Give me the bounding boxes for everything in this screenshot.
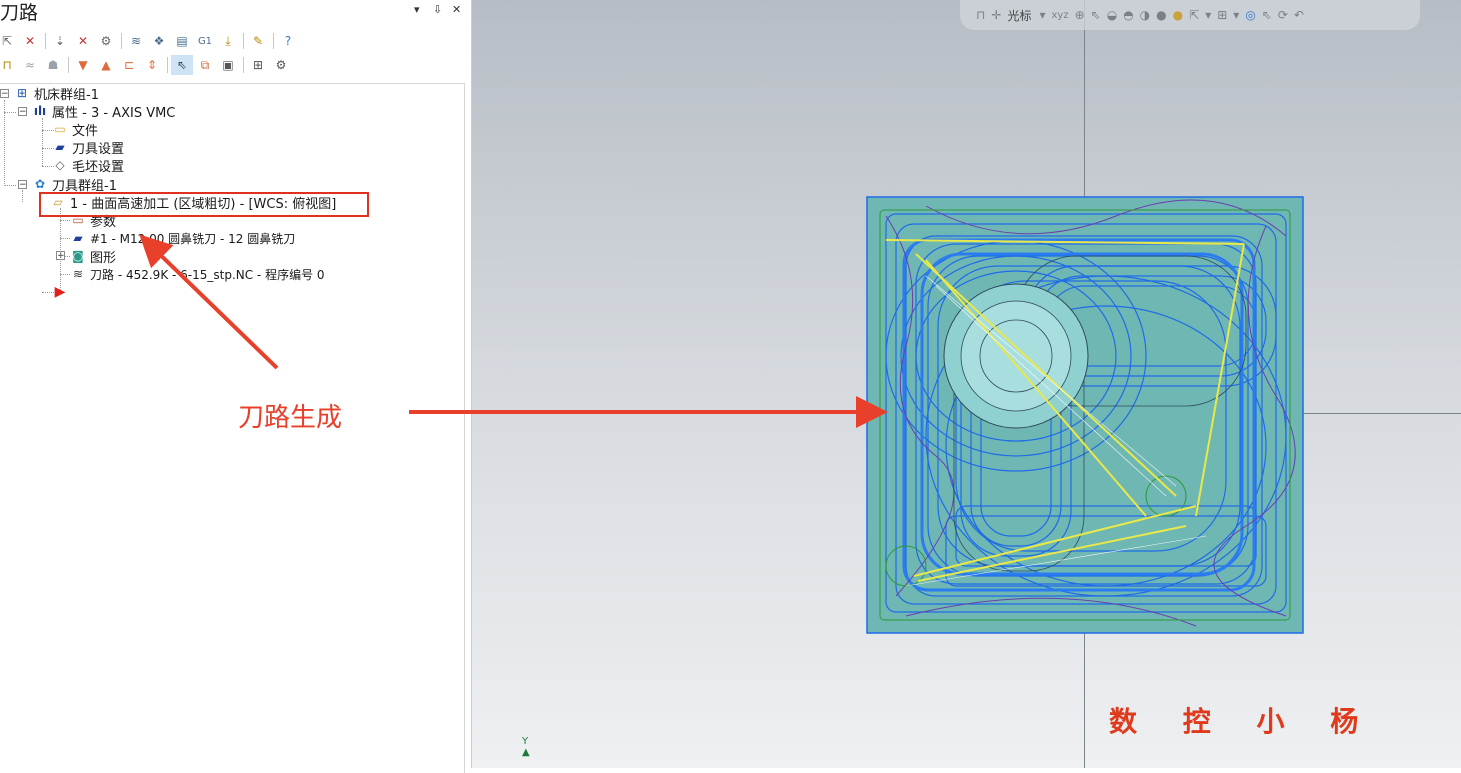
tree-node-tool[interactable]: ▰ #1 - M12.00 圆鼻铣刀 - 12 圆鼻铣刀 xyxy=(70,229,295,247)
tool-settings-label: 刀具设置 xyxy=(72,141,125,157)
shade-3-icon[interactable]: ◑ xyxy=(1140,8,1150,22)
grid-icon[interactable]: ⊞ xyxy=(1217,8,1227,22)
tool-settings-icon: ▰ xyxy=(55,140,65,154)
help-icon[interactable]: ? xyxy=(277,31,299,51)
tree-node-tool-settings[interactable]: ▰ 刀具设置 xyxy=(52,138,125,157)
panel-title: 刀路 xyxy=(0,2,39,24)
regenerate-selected-icon[interactable]: ⇣ xyxy=(49,31,71,51)
watermark: 数 控 小 杨 xyxy=(1109,705,1377,738)
expand-properties[interactable]: − xyxy=(18,107,27,117)
point-icon[interactable]: ⊕ xyxy=(1075,8,1085,22)
cursor-label[interactable]: 光标 xyxy=(1007,7,1031,24)
graphics-viewport[interactable]: ⊓ ✛ 光标 ▾ xyz ⊕ ⇖ ◒ ◓ ◑ ● ● ⇱ ▾ ⊞ ▾ ◎ ⇖ ⟳… xyxy=(472,0,1461,768)
expand-machine-group[interactable]: − xyxy=(0,89,9,99)
refresh-icon[interactable]: ⟳ xyxy=(1278,8,1288,22)
tree-node-geometry[interactable]: ◙ 图形 xyxy=(70,247,117,266)
post-selected-icon[interactable]: ⤓ xyxy=(217,31,239,51)
tool-icon: ▰ xyxy=(73,231,83,245)
wand-icon[interactable]: ✎ xyxy=(247,31,269,51)
stock-model-icon[interactable]: ▤ xyxy=(171,31,193,51)
annotation-label: 刀路生成 xyxy=(238,403,343,433)
cursor-snap-icon[interactable]: ✛ xyxy=(991,8,1001,22)
pin-icon[interactable]: ⇩ xyxy=(433,3,442,16)
xyz-icon[interactable]: xyz xyxy=(1051,10,1068,21)
stock-diamond-icon: ◇ xyxy=(55,158,65,172)
toolpath-preview xyxy=(866,196,1304,634)
lock-icon[interactable]: ⊓ xyxy=(0,55,18,75)
settings-icon[interactable]: ⚙ xyxy=(270,55,292,75)
select-pointer-icon[interactable]: ⇖ xyxy=(171,55,193,75)
y-axis-arrow-icon: ▲ xyxy=(522,747,530,758)
compact-icon[interactable]: ⊞ xyxy=(247,55,269,75)
insert-arrow-icon: ▶ xyxy=(54,284,66,300)
tree-node-properties[interactable]: ılı 属性 - 3 - AXIS VMC xyxy=(32,102,176,121)
tree-node-toolpath[interactable]: ≋ 刀路 - 452.9K - 6-15_stp.NC - 程序编号 0 xyxy=(70,265,325,283)
machine-group-label: 机床群组-1 xyxy=(34,87,99,103)
pointer-select-icon[interactable]: ⇖ xyxy=(1262,8,1272,22)
toolpath-label: 刀路 - 452.9K - 6-15_stp.NC - 程序编号 0 xyxy=(90,267,325,282)
simulate-toolpath-icon[interactable]: ⚙ xyxy=(95,31,117,51)
insert-arrow-marker[interactable]: ▶ xyxy=(52,283,72,301)
axis-indicator: Y ▲ xyxy=(522,736,530,758)
dropdown-arrow-3-icon[interactable]: ▾ xyxy=(1233,8,1239,22)
move-up-icon[interactable]: ▲ xyxy=(95,55,117,75)
machine-group-icon: ⊞ xyxy=(16,86,28,100)
y-axis-label: Y xyxy=(522,736,529,747)
close-panel-button[interactable]: ✕ xyxy=(452,3,461,16)
shade-2-icon[interactable]: ◓ xyxy=(1123,8,1133,22)
color-ball-icon[interactable]: ● xyxy=(1173,8,1183,22)
tree-node-toolpath-group[interactable]: ✿ 刀具群组-1 xyxy=(32,175,117,194)
insert-arrow-icon[interactable]: ⊏ xyxy=(118,55,140,75)
verify-icon[interactable]: ❖ xyxy=(148,31,170,51)
toolpath-group-label: 刀具群组-1 xyxy=(52,178,117,194)
regenerate-dirty-icon[interactable]: ✕ xyxy=(72,31,94,51)
lock-icon[interactable]: ⊓ xyxy=(976,8,985,22)
display-options-icon[interactable]: ▣ xyxy=(217,55,239,75)
toolpath-group-icon: ✿ xyxy=(34,177,46,191)
move-both-icon[interactable]: ⇕ xyxy=(141,55,163,75)
dropdown-arrow-2-icon[interactable]: ▾ xyxy=(1205,8,1211,22)
dropdown-arrow-icon[interactable]: ▾ xyxy=(1039,8,1045,22)
shade-4-icon[interactable]: ● xyxy=(1156,8,1166,22)
backplot-icon[interactable]: ≋ xyxy=(125,31,147,51)
toggle-display-icon[interactable]: ≈ xyxy=(19,55,41,75)
operation-highlight-box xyxy=(39,192,369,217)
properties-label: 属性 - 3 - AXIS VMC xyxy=(52,105,176,121)
g1-icon[interactable]: G1 xyxy=(194,31,216,51)
expand-toolpath-group[interactable]: − xyxy=(18,180,27,190)
folder-icon: ▭ xyxy=(54,122,66,136)
toolpath-wave-icon: ≋ xyxy=(72,267,84,281)
filter-icon[interactable]: ◎ xyxy=(1245,8,1255,22)
files-label: 文件 xyxy=(72,123,99,139)
tree-node-machine-group[interactable]: ⊞ 机床群组-1 xyxy=(14,84,99,103)
machine-properties-icon: ılı xyxy=(33,104,47,118)
tree-node-files[interactable]: ▭ 文件 xyxy=(52,120,99,139)
panel-menu-button[interactable]: ▾ xyxy=(414,3,420,16)
select-failed-operations-icon[interactable]: ✕ xyxy=(19,31,41,51)
toolpath-toolbar-row-2: ⊓ ≈ ☗ ▼ ▲ ⊏ ⇕ ⇖ ⧉ ▣ ⊞ ⚙ xyxy=(0,54,293,76)
move-down-icon[interactable]: ▼ xyxy=(72,55,94,75)
view-quick-toolbar: ⊓ ✛ 光标 ▾ xyz ⊕ ⇖ ◒ ◓ ◑ ● ● ⇱ ▾ ⊞ ▾ ◎ ⇖ ⟳… xyxy=(960,0,1420,30)
select-arrow-icon[interactable]: ⇖ xyxy=(1091,8,1101,22)
geometry-label: 图形 xyxy=(90,250,117,266)
expand-geometry[interactable]: + xyxy=(56,251,65,261)
stock-setup-label: 毛坯设置 xyxy=(72,159,125,175)
undo-icon[interactable]: ↶ xyxy=(1294,8,1304,22)
shade-1-icon[interactable]: ◒ xyxy=(1107,8,1117,22)
copy-icon[interactable]: ⧉ xyxy=(194,55,216,75)
ghost-icon[interactable]: ☗ xyxy=(42,55,64,75)
toolpath-manager-panel: 刀路 ▾ ⇩ ✕ ⇱ ✕ ⇣ ✕ ⚙ ≋ ❖ ▤ G1 ⤓ ✎ ? ⊓ ≈ ☗ … xyxy=(0,0,472,773)
tree-node-stock-setup[interactable]: ◇ 毛坯设置 xyxy=(52,156,125,175)
tool-label: #1 - M12.00 圆鼻铣刀 - 12 圆鼻铣刀 xyxy=(90,231,296,246)
view-select-icon[interactable]: ⇱ xyxy=(1189,8,1199,22)
select-all-operations-icon[interactable]: ⇱ xyxy=(0,31,18,51)
geometry-icon: ◙ xyxy=(72,249,84,263)
toolpath-toolbar-row-1: ⇱ ✕ ⇣ ✕ ⚙ ≋ ❖ ▤ G1 ⤓ ✎ ? xyxy=(0,30,300,52)
